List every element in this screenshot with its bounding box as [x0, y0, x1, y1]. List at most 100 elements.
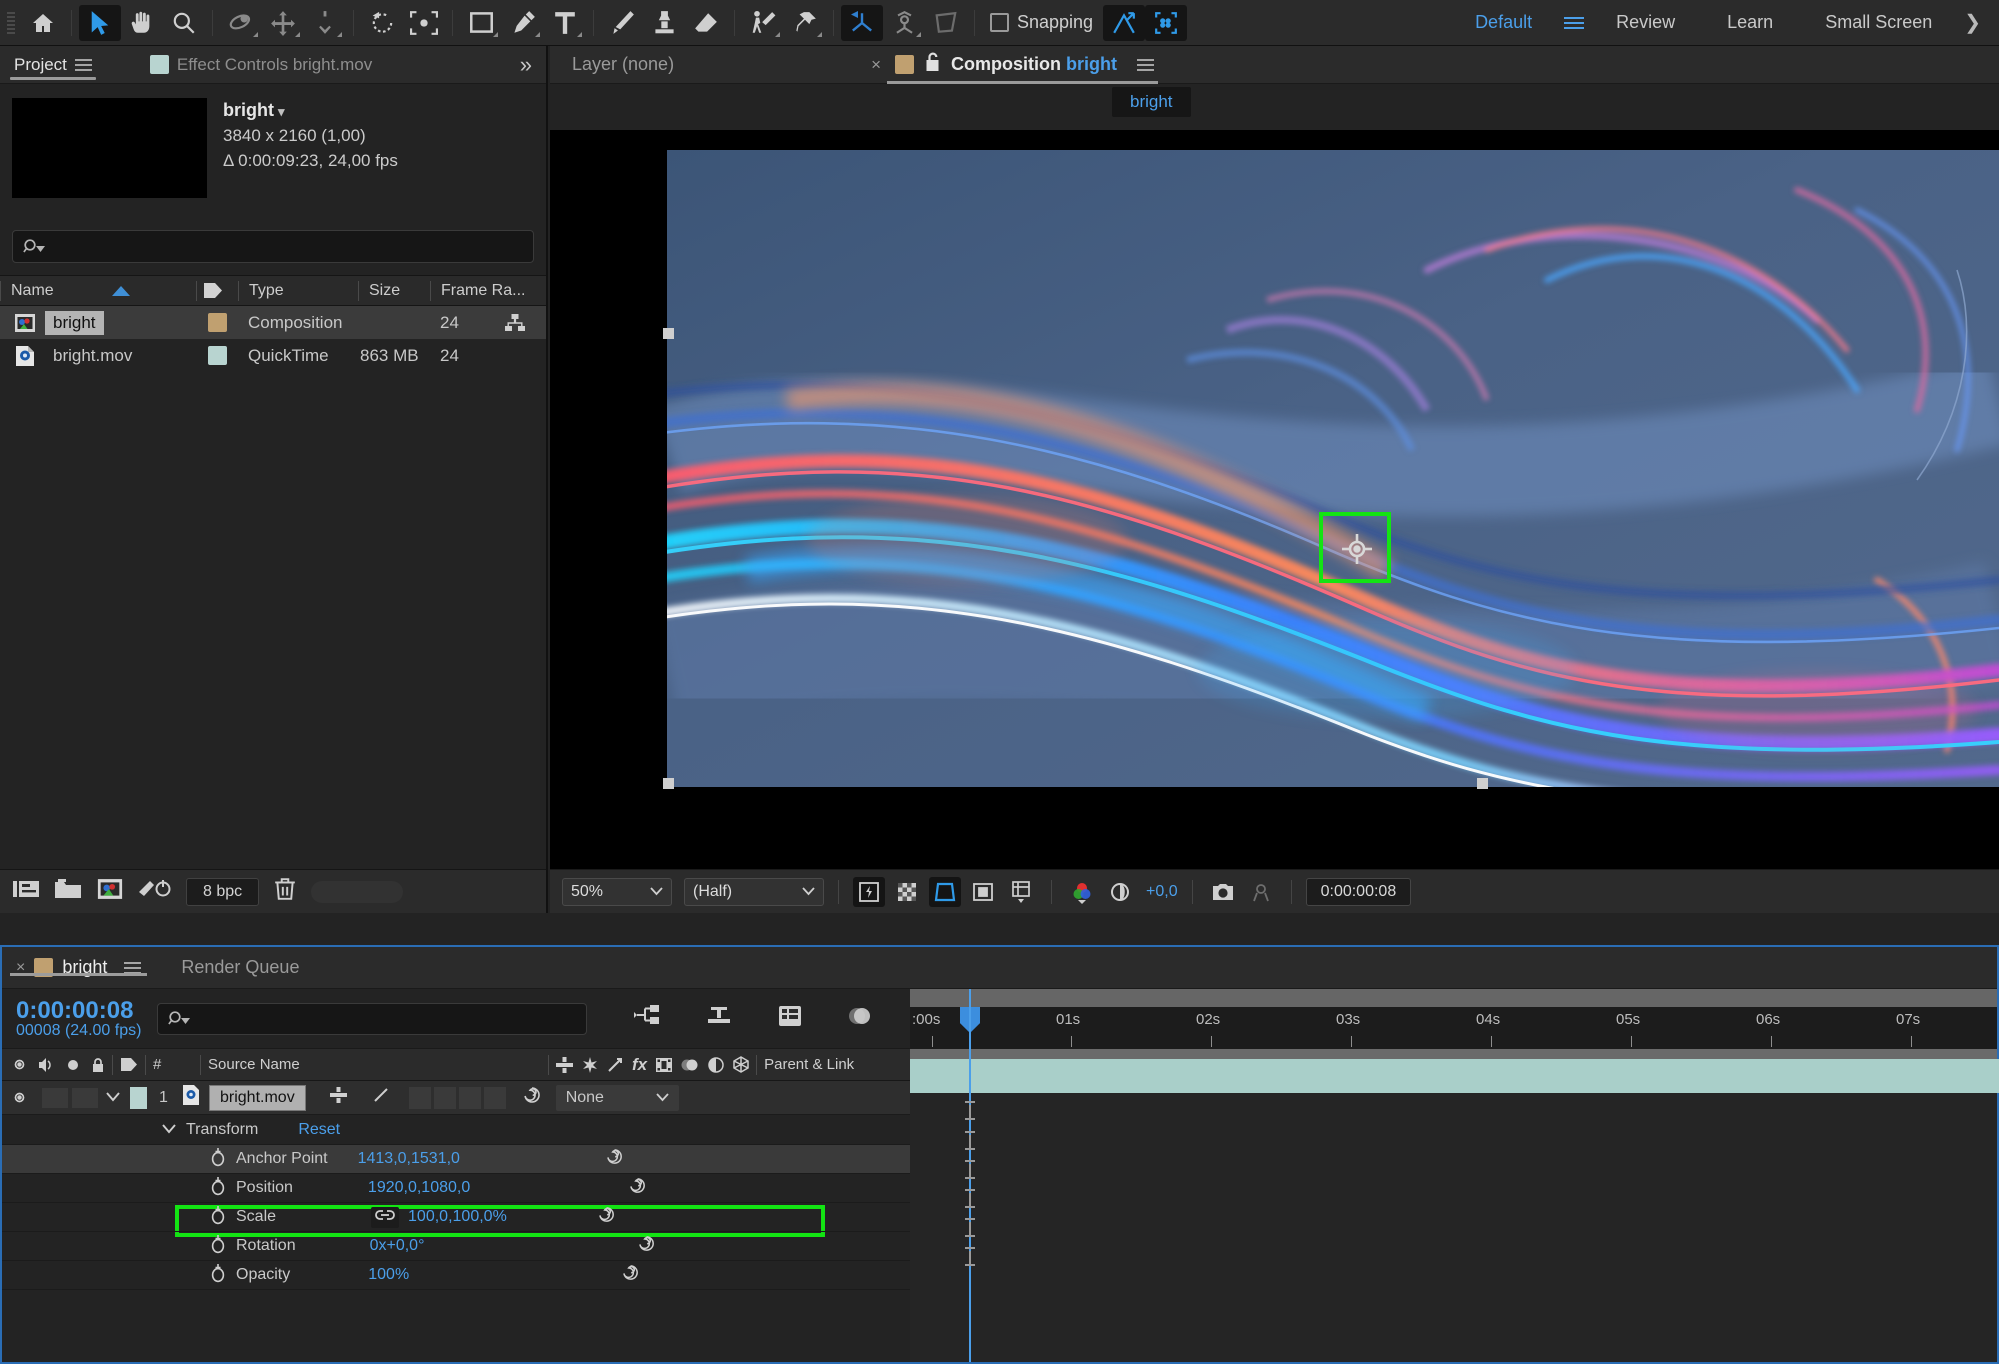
stopwatch-icon[interactable] [210, 1205, 226, 1230]
pen-tool-icon[interactable] [502, 5, 544, 41]
stopwatch-icon[interactable] [210, 1176, 226, 1201]
timeline-work-area-strip[interactable] [910, 1049, 1997, 1059]
chevron-right-icon[interactable]: ❯ [1958, 10, 1995, 35]
panel-menu-icon[interactable] [1137, 58, 1154, 71]
timeline-layer-row[interactable]: 1 bright.mov None [2, 1081, 910, 1115]
workspace-review[interactable]: Review [1590, 12, 1701, 33]
region-of-interest-icon[interactable] [929, 876, 961, 907]
column-header-framerate[interactable]: Frame Ra... [430, 280, 540, 301]
property-row-scale[interactable]: Scale 100,0,100,0% [2, 1203, 910, 1232]
transform-reset-button[interactable]: Reset [298, 1121, 340, 1139]
draft-3d-icon[interactable] [705, 1004, 733, 1033]
tab-composition[interactable]: × Composition bright [861, 51, 1164, 84]
bit-depth-button[interactable]: 8 bpc [186, 877, 260, 906]
property-row-opacity[interactable]: Opacity 100% [2, 1261, 910, 1290]
warp-mesh-icon[interactable] [925, 5, 967, 41]
pan-tool-icon[interactable] [262, 5, 304, 41]
layer-video-toggle[interactable] [2, 1090, 36, 1105]
column-header-index[interactable]: # [153, 1056, 193, 1073]
project-settings-icon[interactable] [138, 878, 172, 905]
property-value[interactable]: 0x+0,0° [370, 1237, 425, 1255]
column-header-size[interactable]: Size [358, 280, 430, 301]
property-pick-whip-icon[interactable] [628, 1176, 647, 1200]
close-icon[interactable]: × [16, 959, 25, 977]
row-label-swatch[interactable] [196, 346, 238, 365]
stopwatch-icon[interactable] [210, 1263, 226, 1288]
resolution-select[interactable]: (Half) [684, 877, 824, 906]
orbit-tool-icon[interactable] [220, 5, 262, 41]
brush-tool-icon[interactable] [601, 5, 643, 41]
toolbar-grip[interactable] [4, 8, 18, 38]
camera-icon[interactable] [1207, 877, 1239, 907]
rectangle-tool-icon[interactable] [460, 5, 502, 41]
project-search-input[interactable] [12, 230, 534, 263]
row-name-cell[interactable]: bright.mov [0, 344, 196, 368]
property-row-rotation[interactable]: Rotation 0x+0,0° [2, 1232, 910, 1261]
timeline-search-input[interactable] [157, 1002, 588, 1035]
fast-previews-icon[interactable] [853, 876, 885, 907]
layer-source-name[interactable]: bright.mov [209, 1084, 306, 1111]
layer-quality-switch[interactable] [373, 1087, 389, 1108]
selection-handle[interactable] [663, 778, 674, 789]
stopwatch-icon[interactable] [210, 1234, 226, 1259]
panel-expand-icon[interactable]: » [506, 46, 546, 83]
chevron-down-icon[interactable]: ▾ [278, 104, 285, 119]
lock-open-icon[interactable] [924, 51, 941, 78]
property-value[interactable]: 1920,0,1080,0 [368, 1179, 470, 1197]
layer-expand-chevron[interactable] [106, 1089, 120, 1107]
timeline-current-time[interactable]: 0:00:00:08 00008 (24.00 fps) [16, 997, 141, 1040]
exposure-reset-icon[interactable] [1104, 877, 1136, 907]
viewer-current-time[interactable]: 0:00:00:08 [1305, 877, 1412, 906]
layer-solo-toggle[interactable] [72, 1087, 98, 1108]
column-header-label[interactable] [196, 280, 238, 301]
row-name-cell[interactable]: bright [0, 310, 196, 335]
row-label-swatch[interactable] [196, 313, 238, 332]
toggle-mask-paths-icon[interactable] [967, 877, 999, 907]
panel-menu-icon[interactable] [124, 961, 142, 974]
show-snapshot-icon[interactable] [1245, 877, 1277, 907]
property-pick-whip-icon[interactable] [605, 1147, 624, 1171]
work-area-bar[interactable] [910, 989, 1997, 1007]
timeline-track-area[interactable] [910, 1049, 1999, 1362]
puppet-pin-tool-icon[interactable] [784, 5, 826, 41]
exposure-value[interactable]: +0,0 [1146, 883, 1178, 901]
interpret-footage-icon[interactable] [12, 878, 40, 905]
preview-title[interactable]: bright ▾ [223, 100, 398, 121]
timeline-ruler[interactable]: :00s 01s 02s 03s 04s 05s 06s 07s [910, 989, 1997, 1049]
tab-timeline-bright[interactable]: × bright [2, 957, 155, 978]
zoom-tool-icon[interactable] [163, 5, 205, 41]
toggle-guides-icon[interactable] [1005, 877, 1037, 907]
close-icon[interactable]: × [871, 55, 881, 75]
property-row-position[interactable]: Position 1920,0,1080,0 [2, 1174, 910, 1203]
hide-shy-layers-icon[interactable] [777, 1004, 803, 1033]
region-of-interest-tool-icon[interactable] [403, 5, 445, 41]
composition-viewer[interactable] [550, 130, 1999, 869]
motion-blur-icon[interactable] [847, 1004, 873, 1033]
rotation-tool-icon[interactable] [361, 5, 403, 41]
new-folder-icon[interactable] [54, 878, 82, 905]
layer-switch-box[interactable] [408, 1086, 431, 1109]
layer-switch-box[interactable] [458, 1086, 481, 1109]
subtab-bright[interactable]: bright [1112, 87, 1191, 117]
snapping-toggle[interactable]: Snapping [990, 12, 1093, 33]
row-hierarchy-icon[interactable] [492, 313, 538, 333]
clone-stamp-tool-icon[interactable] [643, 5, 685, 41]
snapping-checkbox[interactable] [990, 13, 1009, 32]
transform-expand-chevron[interactable] [162, 1121, 176, 1139]
tab-project[interactable]: Project [0, 46, 106, 83]
layer-audio-toggle[interactable] [42, 1087, 68, 1108]
channel-rgb-icon[interactable] [1066, 877, 1098, 907]
tab-effect-controls[interactable]: Effect Controls bright.mov [136, 46, 386, 83]
scale-link-icon[interactable] [371, 1206, 400, 1228]
property-pick-whip-icon[interactable] [637, 1234, 656, 1258]
workspace-default[interactable]: Default [1449, 12, 1558, 33]
selection-tool-icon[interactable] [79, 4, 121, 41]
transform-group-row[interactable]: Transform Reset [2, 1115, 910, 1145]
parent-select[interactable]: None [555, 1084, 679, 1111]
layer-clip-bar[interactable] [910, 1059, 1999, 1093]
tab-layer[interactable]: Layer (none) [550, 54, 696, 75]
magnification-select[interactable]: 50% [562, 877, 672, 906]
column-header-source-name[interactable]: Source Name [208, 1056, 408, 1073]
selection-handle[interactable] [1477, 778, 1488, 789]
hand-tool-icon[interactable] [121, 5, 163, 41]
